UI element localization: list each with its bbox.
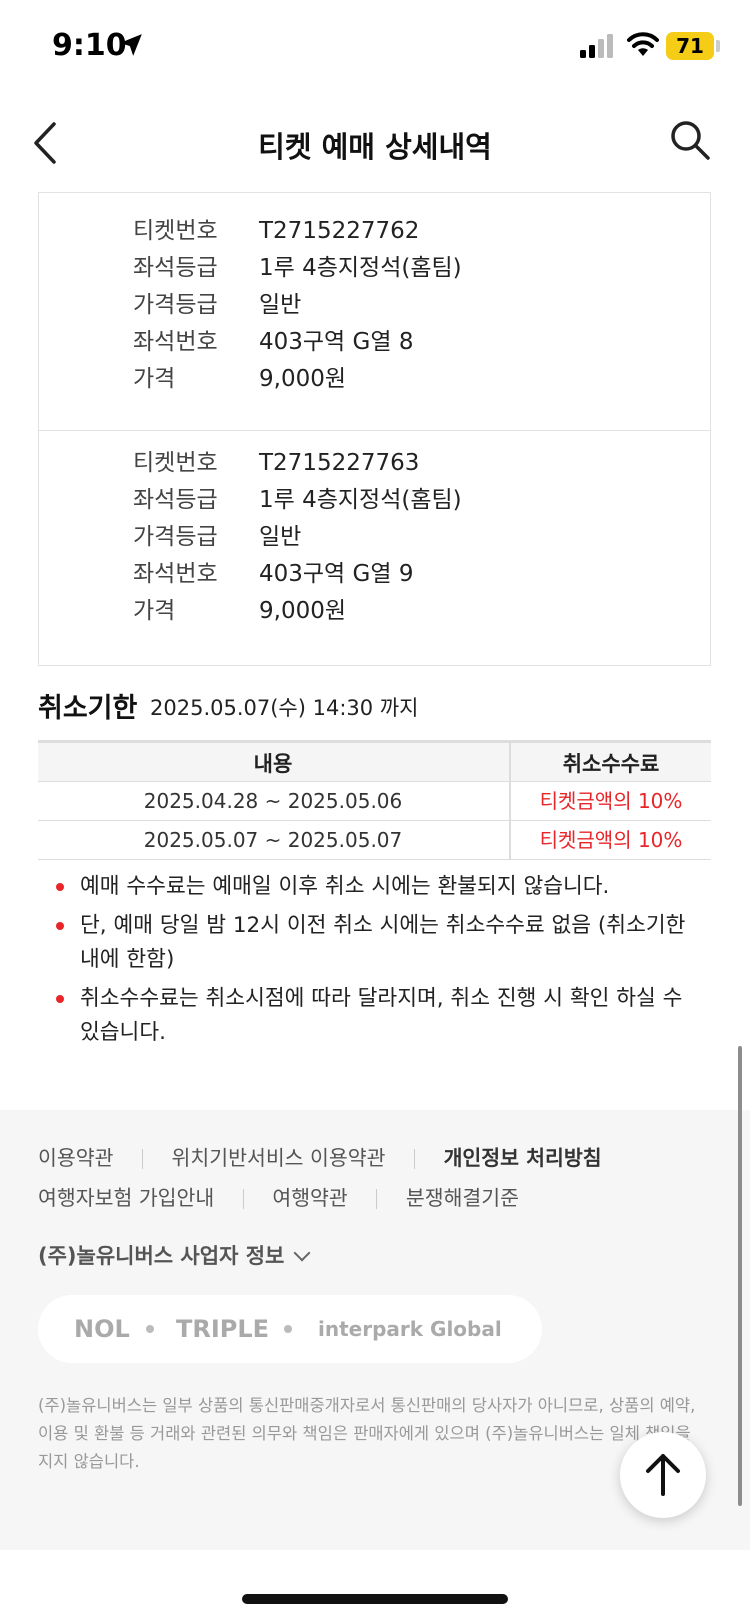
location-terms-link[interactable]: 위치기반서비스 이용약관 [172,1140,386,1176]
price-value: 9,000원 [259,366,347,392]
privacy-policy-link[interactable]: 개인정보 처리방침 [444,1140,602,1176]
ticket-row: 좌석등급 1루 4층지정석(홈팀) [39,249,710,287]
note-text: 취소수수료는 취소시점에 따라 달라지며, 취소 진행 시 확인 하실 수 있습… [80,986,683,1045]
divider [414,1149,416,1169]
ticket-number-label: 티켓번호 [133,218,218,244]
ticket-list: 티켓번호 T2715227762 좌석등급 1루 4층지정석(홈팀) 가격등급 … [38,198,711,666]
ticket-number-value: T2715227762 [259,218,420,244]
fee-header-fee: 취소수수료 [509,743,711,781]
note-text: 예매 수수료는 예매일 이후 취소 시에는 환불되지 않습니다. [80,874,610,899]
price-label: 가격 [133,366,176,392]
business-info-label: (주)놀유니버스 사업자 정보 [38,1244,285,1268]
page-title: 티켓 예매 상세내역 [258,130,492,164]
divider [141,1149,143,1169]
ticket-row: 가격등급 일반 [39,286,710,324]
arrow-up-icon [646,1454,680,1496]
cancel-deadline-date: 2025.05.07(수) 14:30 까지 [150,696,419,720]
ticket-number-value: T2715227763 [259,450,420,476]
status-bar: 9:10 71 [0,0,750,96]
business-info-toggle[interactable]: (주)놀유니버스 사업자 정보 [38,1240,311,1270]
seat-grade-value: 1루 4층지정석(홈팀) [259,255,462,281]
brand-family-bar: NOL TRIPLE interpark Global [38,1295,542,1363]
footer-disclaimer: (주)놀유니버스는 일부 상품의 통신판매중개자로서 통신판매의 당사자가 아니… [38,1396,696,1471]
price-grade-label: 가격등급 [133,292,218,318]
price-grade-label: 가격등급 [133,524,218,550]
price-label: 가격 [133,598,176,624]
wifi-icon [627,32,659,56]
search-icon[interactable] [668,118,712,162]
divider [376,1189,378,1209]
brand-separator [146,1325,154,1333]
fee-amount: 티켓금액의 10% [509,782,711,820]
scrollbar[interactable] [738,1046,742,1506]
ticket-row: 좌석등급 1루 4층지정석(홈팀) [39,481,710,519]
scroll-to-top-button[interactable] [620,1432,706,1518]
footer-links-row: 여행자보험 가입안내 여행약관 분쟁해결기준 [38,1180,728,1216]
travel-insurance-link[interactable]: 여행자보험 가입안내 [38,1180,214,1216]
location-arrow-icon [120,34,142,56]
cancel-notes: 예매 수수료는 예매일 이후 취소 시에는 환불되지 않습니다. 단, 예매 당… [52,870,702,1055]
battery-tip [716,40,720,52]
brand-separator [284,1325,292,1333]
footer-links-row: 이용약관 위치기반서비스 이용약관 개인정보 처리방침 [38,1140,728,1176]
ticket-item: 티켓번호 T2715227762 좌석등급 1루 4층지정석(홈팀) 가격등급 … [39,198,710,430]
bullet-dot-icon [56,922,64,930]
seat-grade-label: 좌석등급 [133,487,218,513]
list-item: 예매 수수료는 예매일 이후 취소 시에는 환불되지 않습니다. [52,870,702,904]
list-item: 취소수수료는 취소시점에 따라 달라지며, 취소 진행 시 확인 하실 수 있습… [52,982,702,1050]
brand-triple[interactable]: TRIPLE [176,1295,269,1363]
cancel-deadline-heading: 취소기한 [38,693,138,724]
fee-table-header: 내용 취소수수료 [38,740,711,782]
seat-number-label: 좌석번호 [133,561,218,587]
ticket-row: 가격 9,000원 [39,360,710,398]
fee-period: 2025.04.28 ~ 2025.05.06 [143,789,403,813]
brand-interpark-global[interactable]: interpark Global [318,1295,502,1363]
dispute-resolution-link[interactable]: 분쟁해결기준 [406,1180,519,1216]
table-row: 2025.04.28 ~ 2025.05.06 티켓금액의 10% [38,782,711,821]
ticket-row: 티켓번호 T2715227763 [39,444,710,482]
note-text: 단, 예매 당일 밤 12시 이전 취소 시에는 취소수수료 없음 (취소기한 … [80,913,686,972]
seat-number-value: 403구역 G열 9 [259,561,414,587]
bullet-dot-icon [56,883,64,891]
status-time: 9:10 [52,28,127,63]
fee-period: 2025.05.07 ~ 2025.05.07 [143,828,403,852]
price-grade-value: 일반 [259,292,302,318]
ticket-row: 좌석번호 403구역 G열 9 [39,555,710,593]
ticket-row: 가격 9,000원 [39,592,710,630]
ticket-number-label: 티켓번호 [133,450,218,476]
bullet-dot-icon [56,995,64,1003]
footer-links: 이용약관 위치기반서비스 이용약관 개인정보 처리방침 여행자보험 가입안내 여… [38,1140,728,1220]
seat-number-label: 좌석번호 [133,329,218,355]
battery-indicator: 71 [666,32,714,60]
cancel-fee-table: 내용 취소수수료 2025.04.28 ~ 2025.05.06 티켓금액의 1… [38,740,711,860]
fee-header-content: 내용 [253,752,293,776]
seat-number-value: 403구역 G열 8 [259,329,414,355]
signal-icon [580,34,613,58]
terms-link[interactable]: 이용약관 [38,1140,113,1176]
seat-grade-value: 1루 4층지정석(홈팀) [259,487,462,513]
ticket-item: 티켓번호 T2715227763 좌석등급 1루 4층지정석(홈팀) 가격등급 … [39,430,710,662]
home-indicator [242,1594,508,1604]
list-item: 단, 예매 당일 밤 12시 이전 취소 시에는 취소수수료 없음 (취소기한 … [52,909,702,977]
price-value: 9,000원 [259,598,347,624]
fee-amount: 티켓금액의 10% [509,821,711,859]
price-grade-value: 일반 [259,524,302,550]
chevron-down-icon [293,1244,311,1262]
ticket-row: 티켓번호 T2715227762 [39,212,710,250]
ticket-row: 가격등급 일반 [39,518,710,556]
divider [242,1189,244,1209]
travel-terms-link[interactable]: 여행약관 [272,1180,347,1216]
brand-nol[interactable]: NOL [74,1295,130,1363]
app-header: 티켓 예매 상세내역 [0,96,750,192]
seat-grade-label: 좌석등급 [133,255,218,281]
ticket-row: 좌석번호 403구역 G열 8 [39,323,710,361]
table-row: 2025.05.07 ~ 2025.05.07 티켓금액의 10% [38,821,711,860]
